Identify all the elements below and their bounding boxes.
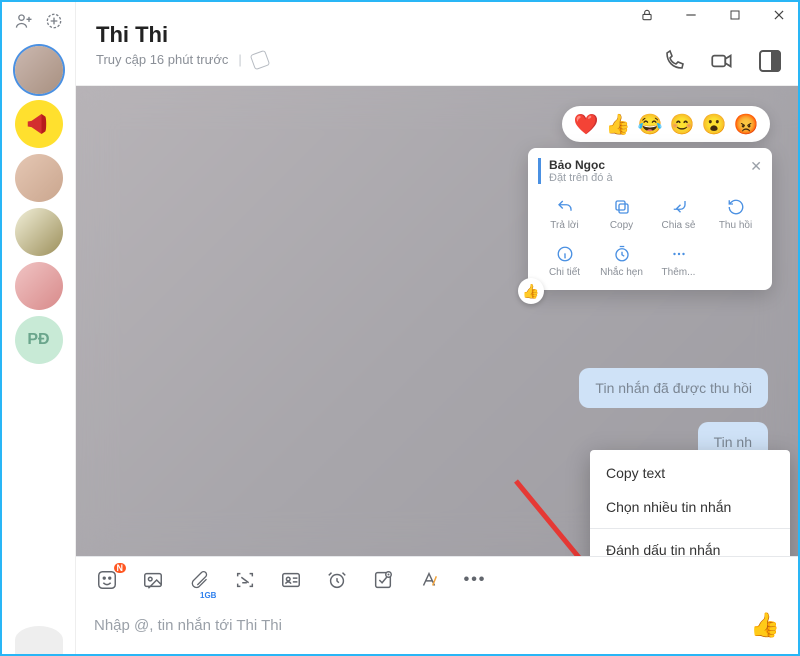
- contact-avatar-5[interactable]: [15, 262, 63, 310]
- reaction-picker[interactable]: ❤️ 👍 😂 😊 😮 😡: [562, 106, 770, 142]
- task-icon[interactable]: [370, 567, 396, 593]
- sidebar-top-tools: [11, 8, 67, 34]
- card-close-icon[interactable]: ✕: [750, 158, 762, 175]
- action-share[interactable]: Chia sẻ: [652, 192, 705, 235]
- close-button[interactable]: [766, 4, 792, 26]
- composer-input-row: 👍: [76, 597, 798, 654]
- action-more[interactable]: Thêm...: [652, 239, 705, 282]
- contact-avatar-pd[interactable]: PĐ: [15, 316, 63, 364]
- reaction-thumbs-up[interactable]: 👍: [606, 112, 630, 136]
- app-window: PĐ Thi Thi Truy cập 16 phút trước |: [0, 0, 800, 656]
- attachment-icon[interactable]: 1GB: [186, 567, 212, 593]
- quick-react-thumb[interactable]: 👍: [518, 278, 544, 304]
- message-input[interactable]: [94, 617, 750, 634]
- action-reminder[interactable]: Nhắc hẹn: [595, 239, 648, 282]
- reaction-wow[interactable]: 😮: [702, 112, 726, 136]
- ctx-multi-select[interactable]: Chọn nhiều tin nhắn: [590, 490, 790, 524]
- reaction-heart[interactable]: ❤️: [574, 112, 598, 136]
- contact-card-icon[interactable]: [278, 567, 304, 593]
- header-tools: [660, 47, 784, 75]
- video-call-icon[interactable]: [708, 47, 736, 75]
- voice-call-icon[interactable]: [660, 47, 688, 75]
- composer: N 1GB ••• 👍: [76, 556, 798, 654]
- tag-icon[interactable]: [249, 49, 270, 70]
- side-panel-toggle[interactable]: [756, 47, 784, 75]
- contact-avatar-4[interactable]: [15, 208, 63, 256]
- reaction-angry[interactable]: 😡: [734, 112, 758, 136]
- action-copy[interactable]: Copy: [595, 192, 648, 235]
- window-controls: [634, 4, 792, 26]
- contact-avatar-partial[interactable]: [15, 626, 63, 654]
- main-column: Thi Thi Truy cập 16 phút trước |: [76, 2, 798, 654]
- alarm-icon[interactable]: [324, 567, 350, 593]
- context-menu: Copy text Chọn nhiều tin nhắn Đánh dấu t…: [590, 450, 790, 556]
- reaction-laugh[interactable]: 😂: [638, 112, 662, 136]
- more-tools-icon[interactable]: •••: [462, 567, 488, 593]
- create-group-icon[interactable]: [41, 8, 67, 34]
- action-recall[interactable]: Thu hồi: [709, 192, 762, 235]
- image-icon[interactable]: [140, 567, 166, 593]
- screenshot-icon[interactable]: [232, 567, 258, 593]
- ctx-copy-text[interactable]: Copy text: [590, 456, 790, 490]
- action-reply[interactable]: Trả lời: [538, 192, 591, 235]
- send-like-button[interactable]: 👍: [750, 611, 780, 640]
- card-sender-name: Bảo Ngọc: [549, 158, 613, 172]
- composer-toolbar: N 1GB •••: [76, 557, 798, 597]
- reaction-smile[interactable]: 😊: [670, 112, 694, 136]
- contact-avatar-2[interactable]: [15, 100, 63, 148]
- message-action-card: Bảo Ngọc Đặt trên đó à ✕ Trả lời Copy Ch…: [528, 148, 772, 290]
- maximize-button[interactable]: [722, 4, 748, 26]
- minimize-button[interactable]: [678, 4, 704, 26]
- contact-avatar-3[interactable]: [15, 154, 63, 202]
- sticker-icon[interactable]: N: [94, 567, 120, 593]
- card-message-preview: Đặt trên đó à: [549, 172, 613, 184]
- sidebar: PĐ: [2, 2, 76, 654]
- recalled-message-1[interactable]: Tin nhắn đã được thu hồi: [579, 368, 768, 408]
- contact-avatar-1[interactable]: [15, 46, 63, 94]
- lock-icon[interactable]: [634, 4, 660, 26]
- action-details[interactable]: Chi tiết: [538, 239, 591, 282]
- add-friend-icon[interactable]: [11, 8, 37, 34]
- format-icon[interactable]: [416, 567, 442, 593]
- last-seen-text: Truy cập 16 phút trước: [96, 52, 228, 67]
- chat-header: Thi Thi Truy cập 16 phút trước |: [76, 2, 798, 86]
- chat-body: ❤️ 👍 😂 😊 😮 😡 Bảo Ngọc Đặt trên đó à ✕: [76, 86, 798, 556]
- ctx-mark[interactable]: Đánh dấu tin nhắn: [590, 533, 790, 556]
